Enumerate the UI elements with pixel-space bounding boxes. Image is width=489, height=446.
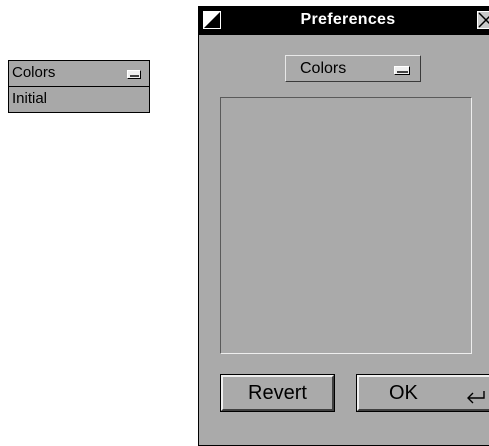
option-menu-indicator-icon — [127, 70, 141, 79]
revert-button[interactable]: Revert — [220, 374, 335, 412]
popup-selected-label: Colors — [12, 64, 56, 81]
enter-key-icon — [464, 387, 488, 410]
category-popup-menu: Colors Initial — [8, 60, 150, 113]
category-option-menu[interactable]: Colors — [285, 55, 421, 82]
ok-button-label: OK — [389, 382, 418, 404]
popup-item-label: Initial — [12, 90, 48, 107]
preferences-panel — [220, 97, 472, 354]
preferences-window: Preferences Colors Revert OK — [198, 6, 489, 446]
option-menu-indicator-icon — [394, 66, 410, 75]
ok-button[interactable]: OK — [356, 374, 489, 412]
window-title: Preferences — [300, 11, 396, 28]
title-bar[interactable]: Preferences — [199, 7, 489, 35]
close-icon[interactable] — [477, 11, 489, 29]
popup-item-initial[interactable]: Initial — [9, 86, 149, 112]
popup-selected-item[interactable]: Colors — [9, 61, 149, 86]
category-option-label: Colors — [300, 60, 347, 77]
revert-button-label: Revert — [248, 382, 307, 404]
